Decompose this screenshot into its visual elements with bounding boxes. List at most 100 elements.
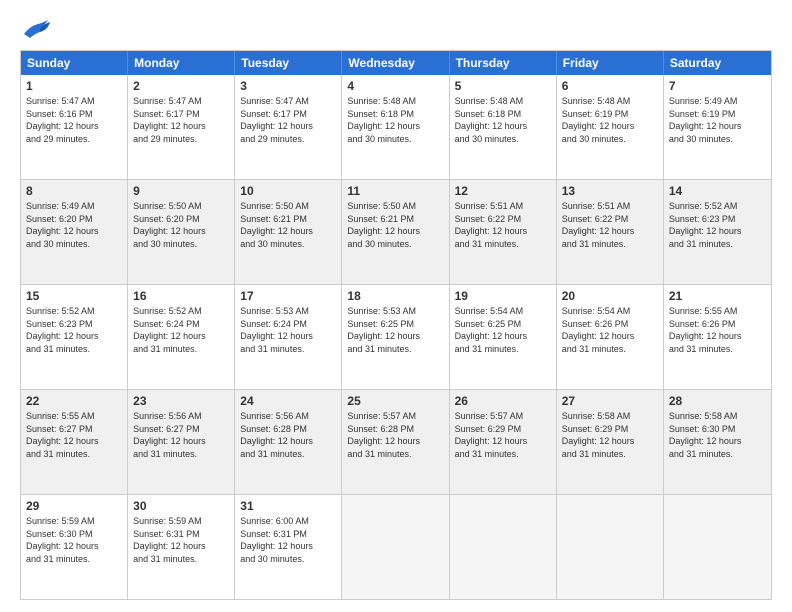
- day-info: Sunrise: 5:56 AMSunset: 6:27 PMDaylight:…: [133, 410, 229, 460]
- day-number: 27: [562, 394, 658, 408]
- day-info: Sunrise: 5:47 AMSunset: 6:16 PMDaylight:…: [26, 95, 122, 145]
- header: [20, 16, 772, 40]
- day-info: Sunrise: 6:00 AMSunset: 6:31 PMDaylight:…: [240, 515, 336, 565]
- day-info: Sunrise: 5:59 AMSunset: 6:31 PMDaylight:…: [133, 515, 229, 565]
- day-number: 19: [455, 289, 551, 303]
- day-info: Sunrise: 5:47 AMSunset: 6:17 PMDaylight:…: [240, 95, 336, 145]
- calendar-cell: [664, 495, 771, 599]
- day-number: 20: [562, 289, 658, 303]
- day-info: Sunrise: 5:49 AMSunset: 6:19 PMDaylight:…: [669, 95, 766, 145]
- page: SundayMondayTuesdayWednesdayThursdayFrid…: [0, 0, 792, 612]
- logo: [20, 16, 52, 40]
- day-info: Sunrise: 5:54 AMSunset: 6:26 PMDaylight:…: [562, 305, 658, 355]
- calendar-cell: 24 Sunrise: 5:56 AMSunset: 6:28 PMDayligh…: [235, 390, 342, 494]
- calendar-cell: 11 Sunrise: 5:50 AMSunset: 6:21 PMDayligh…: [342, 180, 449, 284]
- day-number: 13: [562, 184, 658, 198]
- day-number: 22: [26, 394, 122, 408]
- day-number: 21: [669, 289, 766, 303]
- header-day-wednesday: Wednesday: [342, 51, 449, 75]
- header-day-saturday: Saturday: [664, 51, 771, 75]
- day-info: Sunrise: 5:52 AMSunset: 6:23 PMDaylight:…: [669, 200, 766, 250]
- calendar-cell: 27 Sunrise: 5:58 AMSunset: 6:29 PMDayligh…: [557, 390, 664, 494]
- day-info: Sunrise: 5:57 AMSunset: 6:28 PMDaylight:…: [347, 410, 443, 460]
- calendar-cell: 31Sunrise: 6:00 AMSunset: 6:31 PMDayligh…: [235, 495, 342, 599]
- day-number: 10: [240, 184, 336, 198]
- day-info: Sunrise: 5:50 AMSunset: 6:21 PMDaylight:…: [240, 200, 336, 250]
- calendar-cell: 1Sunrise: 5:47 AMSunset: 6:16 PMDaylight…: [21, 75, 128, 179]
- day-number: 6: [562, 79, 658, 93]
- calendar-cell: 2Sunrise: 5:47 AMSunset: 6:17 PMDaylight…: [128, 75, 235, 179]
- day-number: 23: [133, 394, 229, 408]
- calendar-cell: 30 Sunrise: 5:59 AMSunset: 6:31 PMDayligh…: [128, 495, 235, 599]
- day-number: 30: [133, 499, 229, 513]
- day-info: Sunrise: 5:50 AMSunset: 6:21 PMDaylight:…: [347, 200, 443, 250]
- day-number: 18: [347, 289, 443, 303]
- calendar-cell: [450, 495, 557, 599]
- day-info: Sunrise: 5:49 AMSunset: 6:20 PMDaylight:…: [26, 200, 122, 250]
- header-day-monday: Monday: [128, 51, 235, 75]
- calendar-week-2: 15Sunrise: 5:52 AMSunset: 6:23 PMDayligh…: [21, 284, 771, 389]
- day-info: Sunrise: 5:59 AMSunset: 6:30 PMDaylight:…: [26, 515, 122, 565]
- day-info: Sunrise: 5:58 AMSunset: 6:30 PMDaylight:…: [669, 410, 766, 460]
- header-day-friday: Friday: [557, 51, 664, 75]
- day-info: Sunrise: 5:53 AMSunset: 6:25 PMDaylight:…: [347, 305, 443, 355]
- day-number: 29: [26, 499, 122, 513]
- day-info: Sunrise: 5:56 AMSunset: 6:28 PMDaylight:…: [240, 410, 336, 460]
- calendar-cell: 29 Sunrise: 5:59 AMSunset: 6:30 PMDayligh…: [21, 495, 128, 599]
- day-info: Sunrise: 5:52 AMSunset: 6:23 PMDaylight:…: [26, 305, 122, 355]
- day-info: Sunrise: 5:48 AMSunset: 6:18 PMDaylight:…: [455, 95, 551, 145]
- day-number: 9: [133, 184, 229, 198]
- calendar-cell: 19Sunrise: 5:54 AMSunset: 6:25 PMDayligh…: [450, 285, 557, 389]
- day-info: Sunrise: 5:51 AMSunset: 6:22 PMDaylight:…: [455, 200, 551, 250]
- day-info: Sunrise: 5:51 AMSunset: 6:22 PMDaylight:…: [562, 200, 658, 250]
- day-number: 3: [240, 79, 336, 93]
- day-number: 26: [455, 394, 551, 408]
- calendar-cell: 8 Sunrise: 5:49 AMSunset: 6:20 PMDaylight…: [21, 180, 128, 284]
- header-day-sunday: Sunday: [21, 51, 128, 75]
- day-info: Sunrise: 5:57 AMSunset: 6:29 PMDaylight:…: [455, 410, 551, 460]
- day-number: 17: [240, 289, 336, 303]
- day-number: 8: [26, 184, 122, 198]
- calendar-cell: 25Sunrise: 5:57 AMSunset: 6:28 PMDayligh…: [342, 390, 449, 494]
- day-number: 14: [669, 184, 766, 198]
- day-info: Sunrise: 5:55 AMSunset: 6:27 PMDaylight:…: [26, 410, 122, 460]
- calendar-cell: 22 Sunrise: 5:55 AMSunset: 6:27 PMDayligh…: [21, 390, 128, 494]
- calendar-cell: 10 Sunrise: 5:50 AMSunset: 6:21 PMDayligh…: [235, 180, 342, 284]
- logo-bird-icon: [22, 16, 52, 40]
- day-number: 11: [347, 184, 443, 198]
- calendar-week-4: 29 Sunrise: 5:59 AMSunset: 6:30 PMDayligh…: [21, 494, 771, 599]
- day-number: 24: [240, 394, 336, 408]
- day-number: 16: [133, 289, 229, 303]
- calendar-cell: 3 Sunrise: 5:47 AMSunset: 6:17 PMDaylight…: [235, 75, 342, 179]
- calendar-cell: [342, 495, 449, 599]
- calendar-week-0: 1Sunrise: 5:47 AMSunset: 6:16 PMDaylight…: [21, 75, 771, 179]
- calendar-cell: 18 Sunrise: 5:53 AMSunset: 6:25 PMDayligh…: [342, 285, 449, 389]
- calendar-cell: 7 Sunrise: 5:49 AMSunset: 6:19 PMDaylight…: [664, 75, 771, 179]
- day-info: Sunrise: 5:48 AMSunset: 6:19 PMDaylight:…: [562, 95, 658, 145]
- calendar-cell: 26 Sunrise: 5:57 AMSunset: 6:29 PMDayligh…: [450, 390, 557, 494]
- calendar-body: 1Sunrise: 5:47 AMSunset: 6:16 PMDaylight…: [21, 75, 771, 599]
- calendar-cell: 9 Sunrise: 5:50 AMSunset: 6:20 PMDaylight…: [128, 180, 235, 284]
- calendar-header: SundayMondayTuesdayWednesdayThursdayFrid…: [21, 51, 771, 75]
- calendar-cell: 15Sunrise: 5:52 AMSunset: 6:23 PMDayligh…: [21, 285, 128, 389]
- calendar-cell: 16 Sunrise: 5:52 AMSunset: 6:24 PMDayligh…: [128, 285, 235, 389]
- day-info: Sunrise: 5:52 AMSunset: 6:24 PMDaylight:…: [133, 305, 229, 355]
- calendar-cell: 20 Sunrise: 5:54 AMSunset: 6:26 PMDayligh…: [557, 285, 664, 389]
- calendar-cell: [557, 495, 664, 599]
- calendar-cell: 23 Sunrise: 5:56 AMSunset: 6:27 PMDayligh…: [128, 390, 235, 494]
- calendar-cell: 21 Sunrise: 5:55 AMSunset: 6:26 PMDayligh…: [664, 285, 771, 389]
- day-info: Sunrise: 5:50 AMSunset: 6:20 PMDaylight:…: [133, 200, 229, 250]
- day-info: Sunrise: 5:55 AMSunset: 6:26 PMDaylight:…: [669, 305, 766, 355]
- calendar-cell: 12 Sunrise: 5:51 AMSunset: 6:22 PMDayligh…: [450, 180, 557, 284]
- day-number: 12: [455, 184, 551, 198]
- header-day-thursday: Thursday: [450, 51, 557, 75]
- calendar-cell: 17Sunrise: 5:53 AMSunset: 6:24 PMDayligh…: [235, 285, 342, 389]
- day-info: Sunrise: 5:47 AMSunset: 6:17 PMDaylight:…: [133, 95, 229, 145]
- calendar-cell: 5 Sunrise: 5:48 AMSunset: 6:18 PMDaylight…: [450, 75, 557, 179]
- day-info: Sunrise: 5:58 AMSunset: 6:29 PMDaylight:…: [562, 410, 658, 460]
- day-number: 7: [669, 79, 766, 93]
- calendar-week-1: 8 Sunrise: 5:49 AMSunset: 6:20 PMDaylight…: [21, 179, 771, 284]
- day-number: 5: [455, 79, 551, 93]
- calendar-cell: 13 Sunrise: 5:51 AMSunset: 6:22 PMDayligh…: [557, 180, 664, 284]
- header-day-tuesday: Tuesday: [235, 51, 342, 75]
